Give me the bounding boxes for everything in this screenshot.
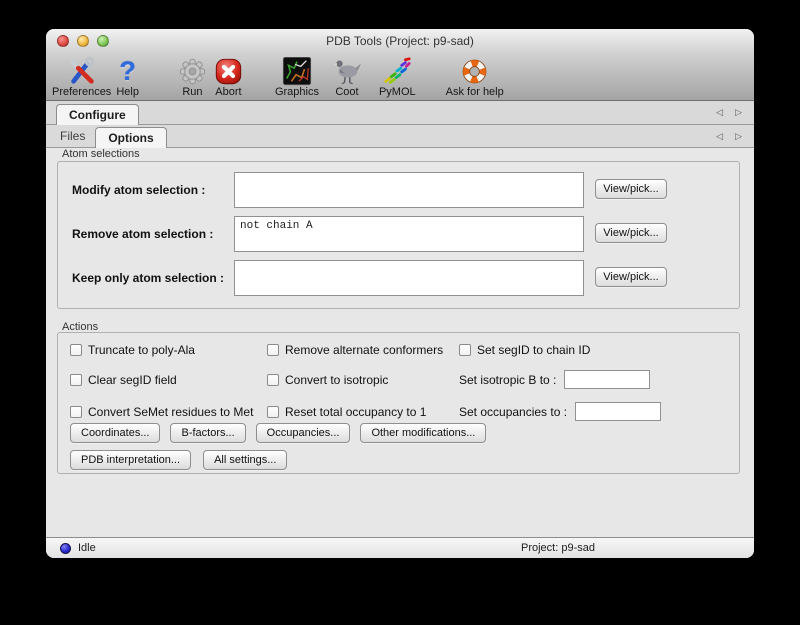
abort-button[interactable]: Abort [214,55,243,98]
checkbox-set-segid-to-chain-id[interactable]: Set segID to chain ID [459,343,661,357]
toolbar-item-label: PyMOL [379,86,416,98]
set-occupancies-label: Set occupancies to : [459,405,567,419]
ask-for-help-button[interactable]: Ask for help [446,55,504,98]
checkbox-label: Reset total occupancy to 1 [285,405,426,419]
remove-selection-input[interactable]: not chain A [234,216,584,252]
close-button[interactable] [57,35,69,47]
actions-button-row-2: PDB interpretation... All settings... [70,450,287,470]
coot-button[interactable]: Coot [331,55,363,98]
checkbox-truncate-poly-ala[interactable]: Truncate to poly-Ala [70,343,267,357]
gear-icon [178,56,207,86]
set-isotropic-b-field: Set isotropic B to : [459,370,661,389]
modify-selection-input[interactable] [234,172,584,208]
tab-configure[interactable]: Configure [56,104,139,125]
window-title: PDB Tools (Project: p9-sad) [326,34,474,48]
keep-only-selection-input[interactable] [234,260,584,296]
atom-selections-group: Modify atom selection : View/pick... Rem… [57,161,740,309]
checkbox-box [70,344,82,356]
checkbox-label: Clear segID field [88,373,177,387]
toolbar-item-label: Graphics [275,86,319,98]
checkbox-box [70,406,82,418]
toolbar-item-label: Run [182,86,202,98]
actions-button-row-1: Coordinates... B-factors... Occupancies.… [70,423,486,443]
title-bar: PDB Tools (Project: p9-sad) [46,29,754,52]
status-dot-icon [60,543,71,554]
coordinates-button[interactable]: Coordinates... [70,423,160,443]
checkbox-remove-alternate-conformers[interactable]: Remove alternate conformers [267,343,459,357]
tab-scroll-arrows: ◁ ▷ [716,106,742,118]
checkbox-label: Convert SeMet residues to Met [88,405,253,419]
checkbox-clear-segid-field[interactable]: Clear segID field [70,373,267,387]
traffic-lights [57,35,109,47]
coot-bird-icon [331,56,363,86]
help-button[interactable]: ? Help [116,55,139,98]
remove-selection-row: Remove atom selection : not chain A View… [58,216,739,252]
set-occupancies-field: Set occupancies to : [459,402,661,421]
graphics-button[interactable]: Graphics [275,55,319,98]
tab-scroll-left-icon[interactable]: ◁ [716,130,723,142]
checkbox-box [267,406,279,418]
toolbar-item-label: Ask for help [446,86,504,98]
toolbar-item-label: Coot [335,86,358,98]
keep-only-selection-label: Keep only atom selection : [72,260,224,296]
inner-tab-bar: Files Options ◁ ▷ [46,125,754,148]
checkbox-box [459,344,471,356]
lifebuoy-icon [460,56,489,86]
remove-view-pick-button[interactable]: View/pick... [595,223,667,243]
pdb-tools-window: PDB Tools (Project: p9-sad) Preferences … [46,29,754,558]
set-isotropic-b-input[interactable] [564,370,650,389]
keep-only-selection-row: Keep only atom selection : View/pick... [58,260,739,296]
outer-tab-bar: Configure ◁ ▷ [46,101,754,125]
zoom-button[interactable] [97,35,109,47]
checkbox-label: Remove alternate conformers [285,343,443,357]
tools-icon [67,56,97,86]
atom-selections-group-label: Atom selections [62,148,140,160]
tab-options[interactable]: Options [95,127,166,148]
tab-scroll-left-icon[interactable]: ◁ [716,106,723,118]
checkbox-box [70,374,82,386]
set-occupancies-input[interactable] [575,402,661,421]
keep-only-view-pick-button[interactable]: View/pick... [595,267,667,287]
modify-selection-label: Modify atom selection : [72,172,205,208]
modify-selection-row: Modify atom selection : View/pick... [58,172,739,208]
toolbar-item-label: Abort [215,86,241,98]
tab-scroll-arrows: ◁ ▷ [716,130,742,142]
status-text: Idle [78,542,96,554]
tab-scroll-right-icon[interactable]: ▷ [735,130,742,142]
checkbox-label: Set segID to chain ID [477,343,590,357]
actions-checkbox-grid: Truncate to poly-Ala Remove alternate co… [70,343,661,421]
toolbar-item-label: Preferences [52,86,111,98]
remove-selection-label: Remove atom selection : [72,216,213,252]
tab-files[interactable]: Files [50,125,95,147]
run-button[interactable]: Run [178,55,207,98]
abort-x-icon [214,56,243,86]
occupancies-button[interactable]: Occupancies... [256,423,351,443]
checkbox-box [267,374,279,386]
checkbox-convert-semet-to-met[interactable]: Convert SeMet residues to Met [70,405,267,419]
status-bar: Idle Project: p9-sad [46,537,754,558]
molecule-graphics-icon [282,56,312,86]
pymol-ribbon-icon [382,56,412,86]
checkbox-reset-total-occupancy[interactable]: Reset total occupancy to 1 [267,405,459,419]
checkbox-box [267,344,279,356]
other-modifications-button[interactable]: Other modifications... [360,423,486,443]
tab-scroll-right-icon[interactable]: ▷ [735,106,742,118]
pdb-interpretation-button[interactable]: PDB interpretation... [70,450,191,470]
toolbar: Preferences ? Help Run [46,52,754,101]
b-factors-button[interactable]: B-factors... [170,423,245,443]
modify-view-pick-button[interactable]: View/pick... [595,179,667,199]
all-settings-button[interactable]: All settings... [203,450,287,470]
project-label: Project: p9-sad [521,542,595,554]
checkbox-label: Convert to isotropic [285,373,388,387]
set-isotropic-b-label: Set isotropic B to : [459,373,556,387]
minimize-button[interactable] [77,35,89,47]
toolbar-item-label: Help [116,86,139,98]
pymol-button[interactable]: PyMOL [379,55,416,98]
checkbox-label: Truncate to poly-Ala [88,343,195,357]
actions-group: Truncate to poly-Ala Remove alternate co… [57,332,740,474]
checkbox-convert-to-isotropic[interactable]: Convert to isotropic [267,373,459,387]
question-icon: ? [119,56,136,86]
preferences-button[interactable]: Preferences [52,55,111,98]
